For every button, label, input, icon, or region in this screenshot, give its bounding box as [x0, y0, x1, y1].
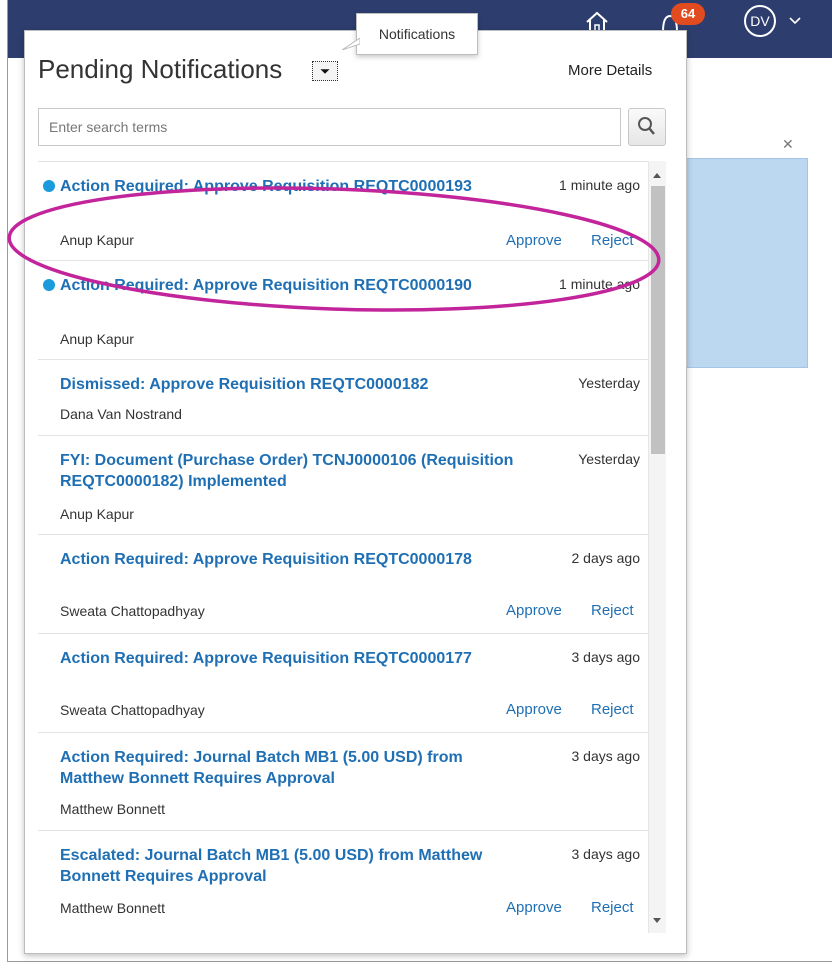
- search-input[interactable]: [38, 108, 621, 146]
- notification-title[interactable]: Action Required: Approve Requisition REQ…: [60, 549, 520, 570]
- reject-button[interactable]: Reject: [591, 602, 634, 619]
- search-icon: [638, 117, 655, 135]
- chevron-down-icon[interactable]: [789, 14, 801, 26]
- notification-count-badge[interactable]: 64: [671, 3, 705, 25]
- notification-sender: Anup Kapur: [60, 331, 134, 347]
- list-item[interactable]: Dismissed: Approve Requisition REQTC0000…: [38, 360, 648, 436]
- tooltip-arrow: [342, 38, 360, 50]
- notification-title[interactable]: Dismissed: Approve Requisition REQTC0000…: [60, 374, 520, 395]
- list-item[interactable]: Action Required: Approve Requisition REQ…: [38, 535, 648, 634]
- approve-button[interactable]: Approve: [506, 602, 562, 619]
- notifications-tooltip: Notifications: [356, 13, 478, 55]
- reject-button[interactable]: Reject: [591, 701, 634, 718]
- reject-button[interactable]: Reject: [591, 899, 634, 916]
- notification-title[interactable]: Action Required: Approve Requisition REQ…: [60, 648, 520, 669]
- notification-title[interactable]: FYI: Document (Purchase Order) TCNJ00001…: [60, 450, 520, 492]
- list-item[interactable]: FYI: Document (Purchase Order) TCNJ00001…: [38, 436, 648, 535]
- notification-sender: Anup Kapur: [60, 506, 134, 522]
- reject-button[interactable]: Reject: [591, 232, 634, 249]
- scrollbar-thumb[interactable]: [651, 186, 665, 454]
- list-item[interactable]: Escalated: Journal Batch MB1 (5.00 USD) …: [38, 831, 648, 933]
- list-item[interactable]: Action Required: Approve Requisition REQ…: [38, 634, 648, 733]
- notification-time: Yesterday: [578, 451, 640, 467]
- user-avatar[interactable]: DV: [744, 5, 776, 37]
- notification-time: 2 days ago: [571, 550, 641, 566]
- unread-dot: [43, 279, 55, 291]
- list-item[interactable]: Action Required: Approve Requisition REQ…: [38, 261, 648, 360]
- approve-button[interactable]: Approve: [506, 701, 562, 718]
- notification-time: 3 days ago: [571, 846, 641, 862]
- scroll-up-icon[interactable]: [651, 170, 663, 180]
- notification-title[interactable]: Escalated: Journal Batch MB1 (5.00 USD) …: [60, 845, 520, 887]
- approve-button[interactable]: Approve: [506, 899, 562, 916]
- notification-sender: Sweata Chattopadhyay: [60, 603, 205, 619]
- background-panel: [668, 158, 808, 368]
- notification-time: 3 days ago: [571, 649, 641, 665]
- notification-title[interactable]: Action Required: Approve Requisition REQ…: [60, 176, 520, 197]
- caret-down-icon[interactable]: [312, 61, 338, 81]
- notification-sender: Matthew Bonnett: [60, 900, 166, 916]
- unread-dot: [43, 180, 55, 192]
- more-details-link[interactable]: More Details: [568, 62, 652, 79]
- notification-sender: Dana Van Nostrand: [60, 406, 182, 422]
- notification-title[interactable]: Action Required: Approve Requisition REQ…: [60, 275, 520, 296]
- notification-sender: Matthew Bonnett: [60, 801, 166, 817]
- approve-button[interactable]: Approve: [506, 232, 562, 249]
- popup-title: Pending Notifications: [38, 54, 283, 84]
- list-item[interactable]: Action Required: Journal Batch MB1 (5.00…: [38, 733, 648, 831]
- notification-list: Action Required: Approve Requisition REQ…: [38, 161, 648, 933]
- search-button[interactable]: [628, 108, 666, 146]
- close-icon[interactable]: ✕: [782, 136, 794, 153]
- notification-title[interactable]: Action Required: Journal Batch MB1 (5.00…: [60, 747, 520, 789]
- list-item[interactable]: Action Required: Approve Requisition REQ…: [38, 162, 648, 261]
- scroll-down-icon[interactable]: [651, 916, 663, 926]
- notification-time: 1 minute ago: [559, 276, 640, 292]
- notification-time: Yesterday: [578, 375, 640, 391]
- notification-time: 3 days ago: [571, 748, 641, 764]
- notification-sender: Anup Kapur: [60, 232, 134, 248]
- notification-sender: Sweata Chattopadhyay: [60, 702, 205, 718]
- notification-time: 1 minute ago: [559, 177, 640, 193]
